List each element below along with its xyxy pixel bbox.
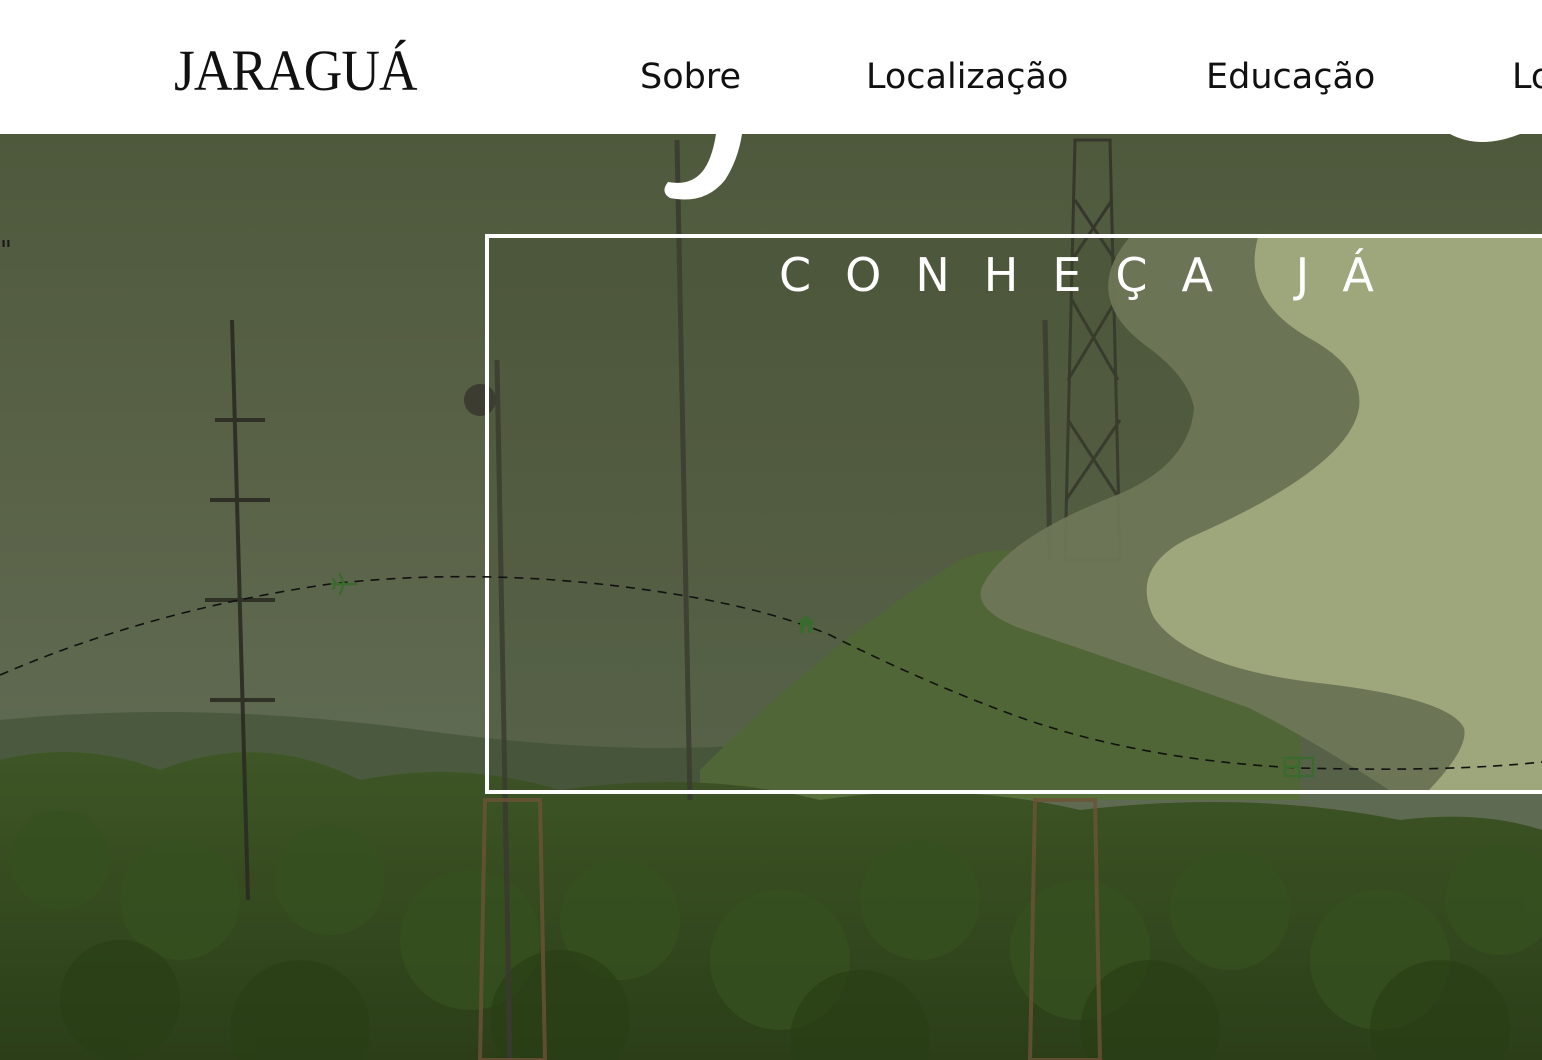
- card-wave-decoration: [980, 238, 1542, 790]
- conheca-ja-card[interactable]: CONHEÇA JÁ: [485, 234, 1542, 794]
- airplane-icon: [330, 572, 358, 596]
- site-logo[interactable]: JARAGUÁ: [174, 42, 418, 100]
- nav-item-sobre[interactable]: Sobre: [640, 60, 741, 95]
- nav-item-lo[interactable]: Lo: [1512, 60, 1542, 95]
- book-icon: [1283, 756, 1315, 780]
- nav-item-localizacao[interactable]: Localização: [866, 60, 1068, 95]
- site-header: JARAGUÁ Sobre Localização Educação Lo: [0, 0, 1542, 134]
- quote-mark: ": [0, 236, 12, 266]
- nav-item-educacao[interactable]: Educação: [1206, 60, 1375, 95]
- home-icon: [797, 615, 815, 633]
- card-title: CONHEÇA JÁ: [779, 248, 1408, 302]
- page: JARAGUÁ Sobre Localização Educação Lo " …: [0, 0, 1542, 1060]
